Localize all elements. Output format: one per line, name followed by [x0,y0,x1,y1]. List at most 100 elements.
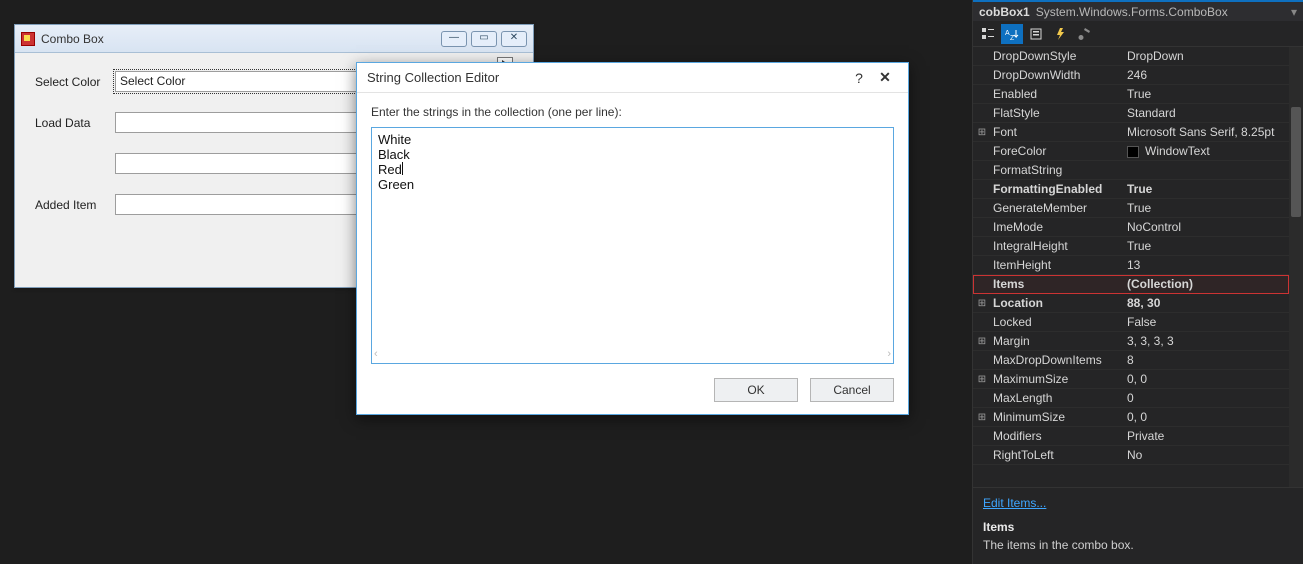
property-row[interactable]: RightToLeftNo [973,446,1289,465]
color-swatch [1127,146,1139,158]
property-name: Location [991,296,1127,310]
property-value[interactable]: NoControl [1127,220,1289,234]
property-value[interactable]: 0 [1127,391,1289,405]
property-value[interactable]: 3, 3, 3, 3 [1127,334,1289,348]
scrollbar-thumb[interactable] [1291,107,1301,217]
expand-icon[interactable]: ⊞ [973,127,991,138]
categorized-icon[interactable] [977,24,999,44]
property-row[interactable]: ImeModeNoControl [973,218,1289,237]
dialog-body: Enter the strings in the collection (one… [357,93,908,370]
property-value[interactable]: 0, 0 [1127,410,1289,424]
property-name: Locked [991,315,1127,329]
scroll-left-icon[interactable]: ‹ [374,347,378,362]
property-row[interactable]: EnabledTrue [973,85,1289,104]
property-value[interactable]: 0, 0 [1127,372,1289,386]
property-pages-icon[interactable] [1073,24,1095,44]
scroll-right-icon[interactable]: › [887,347,891,362]
property-row[interactable]: MaxLength0 [973,389,1289,408]
property-name: Font [991,125,1127,139]
property-row[interactable]: IntegralHeightTrue [973,237,1289,256]
properties-panel: cobBox1 System.Windows.Forms.ComboBox ▾ … [972,0,1303,564]
text-caret [402,162,403,175]
property-value[interactable]: True [1127,87,1289,101]
string-collection-editor-dialog: String Collection Editor ? ✕ Enter the s… [356,62,909,415]
property-name: FlatStyle [991,106,1127,120]
dialog-buttons: OK Cancel [357,370,908,414]
property-name: MaxDropDownItems [991,353,1127,367]
property-value[interactable]: 246 [1127,68,1289,82]
property-row[interactable]: ForeColorWindowText [973,142,1289,161]
property-name: Enabled [991,87,1127,101]
dialog-prompt: Enter the strings in the collection (one… [371,105,894,119]
vertical-scrollbar[interactable] [1289,47,1303,487]
property-name: ForeColor [991,144,1127,158]
edit-items-link[interactable]: Edit Items... [983,496,1046,510]
property-value[interactable]: (Collection) [1127,277,1289,291]
property-row[interactable]: GenerateMemberTrue [973,199,1289,218]
dialog-title: String Collection Editor [367,70,846,85]
property-row[interactable]: ItemHeight13 [973,256,1289,275]
property-name: DropDownWidth [991,68,1127,82]
property-value[interactable]: True [1127,182,1289,196]
label-added-item: Added Item [35,198,107,212]
property-value[interactable]: 8 [1127,353,1289,367]
ok-button[interactable]: OK [714,378,798,402]
editor-line: Black [378,147,887,162]
property-value[interactable]: Private [1127,429,1289,443]
property-row[interactable]: ⊞FontMicrosoft Sans Serif, 8.25pt [973,123,1289,142]
property-name: IntegralHeight [991,239,1127,253]
property-grid[interactable]: DropDownStyleDropDownDropDownWidth246Ena… [973,47,1289,487]
property-row[interactable]: FormatString [973,161,1289,180]
property-value[interactable]: Microsoft Sans Serif, 8.25pt [1127,125,1289,139]
properties-icon[interactable] [1025,24,1047,44]
editor-line: White [378,132,887,147]
property-value[interactable]: No [1127,448,1289,462]
cancel-button[interactable]: Cancel [810,378,894,402]
property-row[interactable]: Items(Collection) [973,275,1289,294]
property-row[interactable]: DropDownWidth246 [973,66,1289,85]
expand-icon[interactable]: ⊞ [973,298,991,309]
close-form-button[interactable]: ✕ [501,31,527,47]
property-value[interactable]: 13 [1127,258,1289,272]
property-row[interactable]: FlatStyleStandard [973,104,1289,123]
property-value[interactable]: True [1127,201,1289,215]
property-row[interactable]: MaxDropDownItems8 [973,351,1289,370]
expand-icon[interactable]: ⊞ [973,412,991,423]
property-value[interactable]: False [1127,315,1289,329]
editor-line: Red [378,162,887,177]
property-value[interactable]: Standard [1127,106,1289,120]
close-dialog-button[interactable]: ✕ [872,69,898,86]
property-value[interactable]: DropDown [1127,49,1289,63]
alphabetical-icon[interactable]: AZ [1001,24,1023,44]
property-value[interactable]: True [1127,239,1289,253]
property-row[interactable]: FormattingEnabledTrue [973,180,1289,199]
properties-toolbar: AZ [973,21,1303,47]
collection-editor-textarea[interactable]: WhiteBlackRedGreen ‹ › [371,127,894,364]
object-selector[interactable]: cobBox1 System.Windows.Forms.ComboBox ▾ [973,0,1303,21]
property-name: Margin [991,334,1127,348]
property-row[interactable]: ⊞MinimumSize0, 0 [973,408,1289,427]
property-row[interactable]: DropDownStyleDropDown [973,47,1289,66]
property-row[interactable]: LockedFalse [973,313,1289,332]
minimize-button[interactable]: — [441,31,467,47]
property-row[interactable]: ⊞Margin3, 3, 3, 3 [973,332,1289,351]
property-row[interactable]: ⊞MaximumSize0, 0 [973,370,1289,389]
property-row[interactable]: ⊞Location88, 30 [973,294,1289,313]
label-select-color: Select Color [35,75,107,89]
object-name: cobBox1 [979,5,1030,19]
property-row[interactable]: ModifiersPrivate [973,427,1289,446]
events-icon[interactable] [1049,24,1071,44]
horizontal-scrollbar[interactable]: ‹ › [374,347,891,361]
expand-icon[interactable]: ⊞ [973,374,991,385]
label-load-data: Load Data [35,116,107,130]
help-button[interactable]: ? [846,70,872,86]
property-name: ItemHeight [991,258,1127,272]
expand-icon[interactable]: ⊞ [973,336,991,347]
property-name: RightToLeft [991,448,1127,462]
property-name: ImeMode [991,220,1127,234]
maximize-button[interactable]: ▭ [471,31,497,47]
chevron-down-icon[interactable]: ▾ [1291,5,1297,19]
property-name: DropDownStyle [991,49,1127,63]
property-value[interactable]: WindowText [1127,144,1289,158]
property-value[interactable]: 88, 30 [1127,296,1289,310]
